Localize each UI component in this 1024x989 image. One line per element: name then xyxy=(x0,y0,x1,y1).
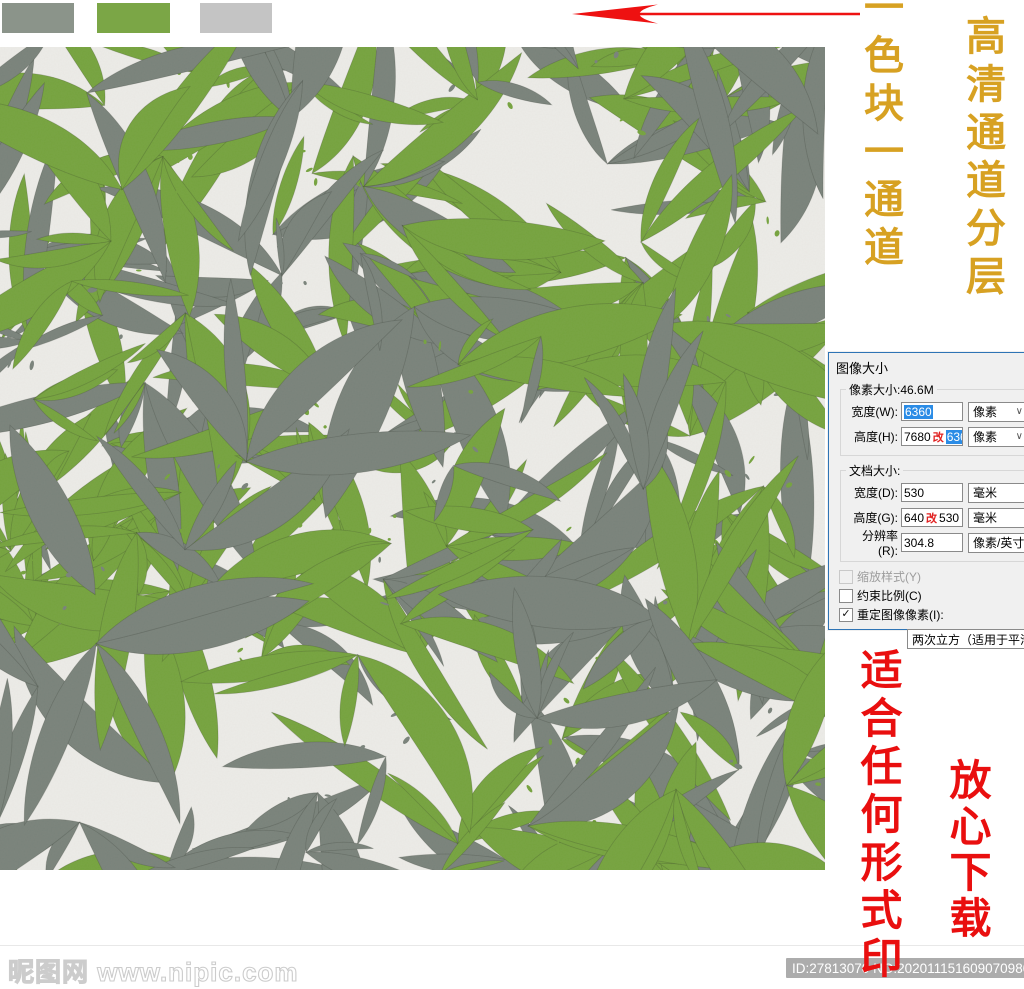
color-swatch-gray-green xyxy=(2,3,74,33)
unit-value: 像素 xyxy=(973,405,998,419)
checkbox-constrain-proportions[interactable]: ✓ 约束比例(C) xyxy=(839,587,1024,604)
pixel-height-unit-select[interactable]: 像素 ∨ xyxy=(968,426,1024,447)
selected-value: 6360 xyxy=(904,404,933,419)
pixel-width-input[interactable]: 6360 xyxy=(901,402,963,421)
caption-fits-any-print-form: 适合任何形式印 xyxy=(854,648,903,984)
doc-height-input[interactable]: 640 改 530 xyxy=(901,508,963,527)
id-badge: ID:27813070 NO:20201115160907098035 xyxy=(786,958,1024,978)
unit-value: 像素/英寸 xyxy=(973,536,1024,550)
checkbox-label: 约束比例(C) xyxy=(857,589,922,603)
pixel-height-label: 高度(H): xyxy=(854,430,898,444)
pixel-size-group-label: 像素大小:46.6M xyxy=(849,383,934,397)
resolution-input[interactable]: 304.8 xyxy=(901,533,963,552)
caption-download-with-confidence: 放心下载 xyxy=(943,758,992,942)
resolution-label: 分辨率(R): xyxy=(861,529,898,558)
checkbox-scale-styles[interactable]: ✓ 缩放样式(Y) xyxy=(839,568,1024,585)
site-url: www.nipic.com xyxy=(97,956,299,987)
checkbox-icon: ✓ xyxy=(839,569,853,584)
selected-value: 6360 xyxy=(945,429,962,444)
chevron-down-icon: ∨ xyxy=(1015,406,1023,417)
old-value: 7680 xyxy=(904,429,931,444)
pixel-width-unit-select[interactable]: 像素 ∨ xyxy=(968,401,1024,422)
paper-texture-overlay xyxy=(0,47,825,870)
caption-one-color-one-channel: 一色块一通道 xyxy=(857,0,904,274)
doc-width-unit-select[interactable]: 毫米 xyxy=(968,482,1024,503)
doc-width-label: 宽度(D): xyxy=(854,486,898,500)
checkbox-label: 缩放样式(Y) xyxy=(857,570,921,584)
caption-hd-channel-layers: 高清通道分层 xyxy=(959,15,1006,303)
pixel-width-row: 宽度(W): 6360 像素 ∨ xyxy=(846,399,1024,424)
doc-height-label: 高度(G): xyxy=(853,511,898,525)
document-size-group-label: 文档大小: xyxy=(849,464,901,478)
value: 530 xyxy=(904,485,925,500)
dialog-title: 图像大小 xyxy=(836,361,889,376)
document-size-group: 文档大小: 宽度(D): 530 毫米 高度(G): 640 改 530 毫米 分辨… xyxy=(840,462,1024,562)
bamboo-pattern-image xyxy=(0,47,825,870)
pixel-height-input[interactable]: 7680改6360 xyxy=(901,427,963,446)
site-name: 昵图网 xyxy=(7,956,90,987)
checkbox-icon: ✓ xyxy=(839,588,853,603)
edit-mark: 改 xyxy=(932,430,944,444)
doc-width-input[interactable]: 530 xyxy=(901,483,963,502)
checkbox-icon: ✓ xyxy=(839,607,853,622)
resample-method-value: 两次立方（适用于平滑渐变 xyxy=(912,632,1024,647)
page: 一色块一通道 高清通道分层 图像大小 像素大小:46.6M 宽度(W): 636… xyxy=(0,0,1024,989)
site-watermark: 昵图网 www.nipic.com xyxy=(7,952,299,989)
value: 530 xyxy=(939,510,960,525)
pixel-height-row: 高度(H): 7680改6360 像素 ∨ xyxy=(846,424,1024,449)
resolution-unit-select[interactable]: 像素/英寸 xyxy=(968,532,1024,553)
doc-width-row: 宽度(D): 530 毫米 xyxy=(846,480,1024,505)
color-swatch-light-gray xyxy=(200,3,272,33)
color-swatch-green xyxy=(97,3,170,33)
image-size-dialog: 图像大小 像素大小:46.6M 宽度(W): 6360 像素 ∨ 高度(H): … xyxy=(828,352,1024,649)
doc-height-unit-select[interactable]: 毫米 xyxy=(968,507,1024,528)
pixel-width-label: 宽度(W): xyxy=(851,405,898,419)
resample-method-select[interactable]: 两次立方（适用于平滑渐变 xyxy=(907,629,1024,649)
checkbox-resample-image[interactable]: ✓ 重定图像像素(I): xyxy=(839,606,1024,623)
unit-value: 毫米 xyxy=(973,486,998,500)
checkbox-label: 重定图像像素(I): xyxy=(857,608,944,622)
chevron-down-icon: ∨ xyxy=(1015,431,1023,442)
old-value: 640 xyxy=(904,510,925,525)
red-arrow-icon xyxy=(572,4,860,24)
unit-value: 像素 xyxy=(973,430,998,444)
edit-mark: 改 xyxy=(926,511,938,525)
check-icon: ✓ xyxy=(841,607,851,620)
pixel-size-group: 像素大小:46.6M 宽度(W): 6360 像素 ∨ 高度(H): 7680 改… xyxy=(840,381,1024,456)
resolution-row: 分辨率(R): 304.8 像素/英寸 xyxy=(846,529,1024,558)
unit-value: 毫米 xyxy=(973,511,998,525)
value: 304.8 xyxy=(904,535,935,550)
